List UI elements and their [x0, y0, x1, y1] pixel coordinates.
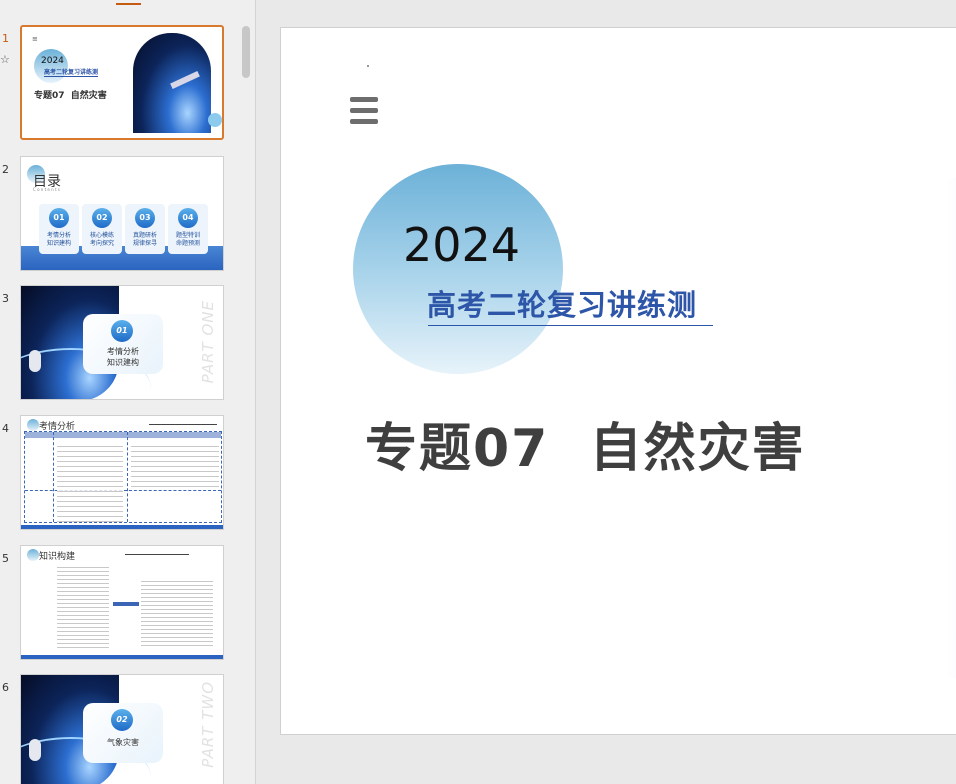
section-number: 01	[111, 320, 133, 342]
astronaut-shape	[29, 350, 41, 372]
section-number: 02	[111, 709, 133, 731]
section-label: 考情分析 知识建构	[107, 347, 139, 367]
slide-thumbnail-4[interactable]: 考情分析	[20, 415, 224, 530]
decor-dot	[208, 113, 222, 127]
thumb-title: 专题07 自然灾害	[34, 91, 107, 101]
menu-icon: ≡	[32, 35, 38, 43]
toc-card-2: 02 核心模练 考向探究	[82, 204, 122, 254]
presentation-app: 1 ☆ ≡ 2024 高考二轮复习讲练测 专题07 自然灾害 2 目录 C o …	[0, 0, 956, 784]
heading-circle	[27, 419, 39, 431]
slide-thumbnail-3[interactable]: 01 考情分析 知识建构 PART ONE	[20, 285, 224, 400]
title-circle	[34, 49, 68, 83]
footer-bar	[21, 525, 223, 529]
slide-number-4: 4	[2, 422, 9, 435]
part-label: PART TWO	[199, 681, 217, 768]
section-card: 02 气象灾害	[83, 703, 163, 763]
heading-rule	[149, 424, 217, 425]
menu-icon	[350, 97, 378, 130]
slide-heading: 知识构建	[39, 552, 76, 562]
slide-title[interactable]: 专题07 自然灾害	[365, 406, 806, 481]
subtitle-underline	[428, 325, 713, 326]
part-label: PART ONE	[199, 300, 217, 384]
section-label: 气象灾害	[107, 738, 139, 747]
slide-year[interactable]: 2024	[403, 218, 520, 272]
slide-number-3: 3	[2, 292, 9, 305]
image-edge	[946, 178, 956, 678]
slide-number-5: 5	[2, 552, 9, 565]
star-icon[interactable]: ☆	[0, 53, 10, 66]
toc-heading-en: C o n t e n t s	[33, 187, 60, 192]
toc-label: 核心模练 考向探究	[89, 232, 114, 247]
toc-card-3: 03 真题研析 规律探寻	[125, 204, 165, 254]
panel-tab-indicator	[116, 3, 141, 5]
thumbnail-scrollbar[interactable]	[242, 26, 250, 78]
toc-label: 考情分析 知识建构	[46, 232, 71, 247]
section-card: 01 考情分析 知识建构	[83, 314, 163, 374]
slide-thumbnail-2[interactable]: 目录 C o n t e n t s 01 考情分析 知识建构 02 核心模练 考向…	[20, 156, 224, 271]
mindmap-center-node	[113, 602, 139, 606]
slide-subtitle[interactable]: 高考二轮复习讲练测	[427, 282, 697, 324]
decor-dot	[367, 65, 369, 67]
toc-number: 02	[92, 208, 112, 228]
analysis-table	[24, 431, 222, 523]
slide-number-1: 1	[2, 32, 9, 45]
toc-number: 03	[135, 208, 155, 228]
toc-number: 01	[49, 208, 69, 228]
toc-label: 题型特训 命题预测	[175, 232, 200, 247]
toc-number: 04	[178, 208, 198, 228]
slide-thumbnail-panel[interactable]: 1 ☆ ≡ 2024 高考二轮复习讲练测 专题07 自然灾害 2 目录 C o …	[0, 0, 256, 784]
slide-thumbnail-6[interactable]: 02 气象灾害 PART TWO	[20, 674, 224, 784]
toc-card-4: 04 题型特训 命题预测	[168, 204, 208, 254]
heading-circle	[27, 549, 39, 561]
heading-rule	[125, 554, 189, 555]
thumb-year: 2024	[41, 56, 64, 66]
toc-card-1: 01 考情分析 知识建构	[39, 204, 79, 254]
slide-number-6: 6	[2, 681, 9, 694]
footer-bar	[21, 655, 223, 659]
astronaut-shape	[29, 739, 41, 761]
thumb-subtitle: 高考二轮复习讲练测	[44, 69, 99, 77]
toc-label: 真题研析 规律探寻	[132, 232, 157, 247]
slide-thumbnail-5[interactable]: 知识构建	[20, 545, 224, 660]
slide-number-2: 2	[2, 163, 9, 176]
mindmap-right-text	[141, 578, 213, 646]
slide-thumbnail-1[interactable]: ≡ 2024 高考二轮复习讲练测 专题07 自然灾害	[20, 25, 224, 140]
slide-canvas[interactable]: 2024 高考二轮复习讲练测 专题07 自然灾害	[280, 27, 956, 735]
mindmap-left-text	[57, 564, 109, 650]
